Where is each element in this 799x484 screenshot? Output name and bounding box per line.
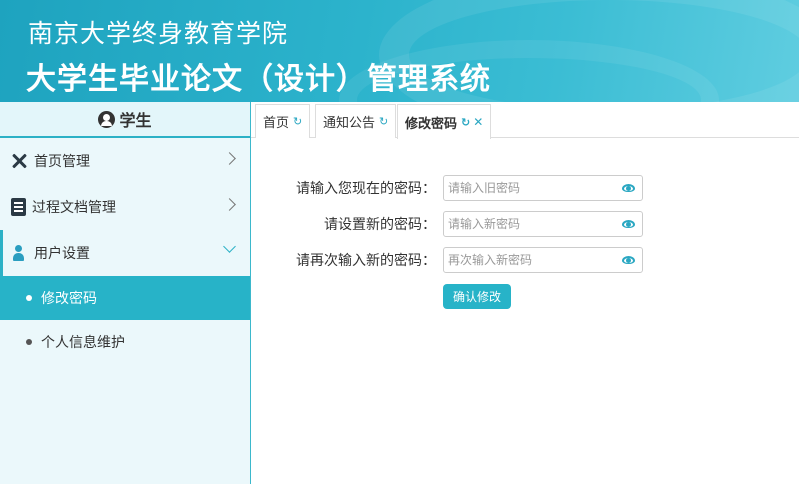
chevron-down-icon	[223, 240, 236, 253]
confirm-password-input[interactable]	[444, 248, 614, 272]
old-password-field	[443, 175, 643, 201]
tools-icon	[10, 152, 28, 170]
refresh-icon[interactable]: ↻	[379, 115, 388, 128]
system-title: 大学生毕业论文（设计）管理系统	[26, 62, 491, 97]
new-password-label: 请设置新的密码：	[324, 217, 436, 233]
sidebar-item-home-management[interactable]: 首页管理	[0, 138, 250, 184]
confirm-password-field	[443, 247, 643, 273]
confirm-change-button[interactable]: 确认修改	[443, 284, 511, 309]
tab-label: 通知公告	[323, 116, 376, 131]
new-password-field	[443, 211, 643, 237]
chevron-right-icon	[223, 152, 236, 165]
tab-label: 修改密码	[405, 116, 458, 132]
eye-icon[interactable]	[622, 184, 635, 192]
old-password-label: 请输入您现在的密码：	[296, 181, 436, 197]
confirm-password-row: 请再次输入新的密码：	[251, 247, 799, 273]
eye-icon[interactable]	[622, 256, 635, 264]
user-circle-icon	[98, 110, 116, 128]
school-name: 南京大学终身教育学院	[28, 19, 289, 48]
bullet-icon	[26, 339, 32, 345]
new-password-row: 请设置新的密码：	[251, 211, 799, 237]
tab-notices[interactable]: 通知公告 ↻	[315, 104, 397, 138]
refresh-icon[interactable]: ↻	[293, 115, 302, 128]
eye-icon[interactable]	[622, 220, 635, 228]
sidebar-subitem-change-password[interactable]: 修改密码	[0, 276, 250, 320]
tab-home[interactable]: 首页 ↻	[255, 104, 311, 138]
sidebar-subitem-profile[interactable]: 个人信息维护	[0, 320, 250, 364]
tab-bar: 首页 ↻ 通知公告 ↻ 修改密码 ↻ ✕	[251, 102, 799, 139]
tab-label: 首页	[263, 116, 290, 131]
sidebar-item-label: 用户设置	[34, 246, 90, 262]
sidebar-item-user-settings[interactable]: 用户设置	[0, 230, 250, 276]
sidebar-subitem-label: 修改密码	[41, 291, 97, 307]
user-icon	[10, 244, 28, 262]
sidebar-item-process-docs[interactable]: 过程文档管理	[0, 184, 250, 230]
sidebar-subitem-label: 个人信息维护	[41, 335, 125, 351]
bullet-icon	[26, 295, 32, 301]
sidebar-item-label: 首页管理	[34, 154, 90, 170]
role-label: 学生	[119, 111, 152, 130]
document-icon	[11, 198, 26, 216]
old-password-input[interactable]	[444, 176, 614, 200]
old-password-row: 请输入您现在的密码：	[251, 175, 799, 201]
sidebar: 学生 首页管理 过程文档管理 用户设置 修改密码 个人信息维护	[0, 102, 251, 484]
close-icon[interactable]: ✕	[473, 115, 483, 129]
role-header: 学生	[0, 102, 250, 138]
sidebar-item-label: 过程文档管理	[32, 200, 116, 216]
new-password-input[interactable]	[444, 212, 614, 236]
refresh-icon[interactable]: ↻	[461, 116, 470, 129]
chevron-right-icon	[223, 198, 236, 211]
confirm-password-label: 请再次输入新的密码：	[296, 253, 436, 269]
tab-change-password[interactable]: 修改密码 ↻ ✕	[397, 104, 492, 139]
app-header: 南京大学终身教育学院 大学生毕业论文（设计）管理系统	[0, 0, 799, 102]
